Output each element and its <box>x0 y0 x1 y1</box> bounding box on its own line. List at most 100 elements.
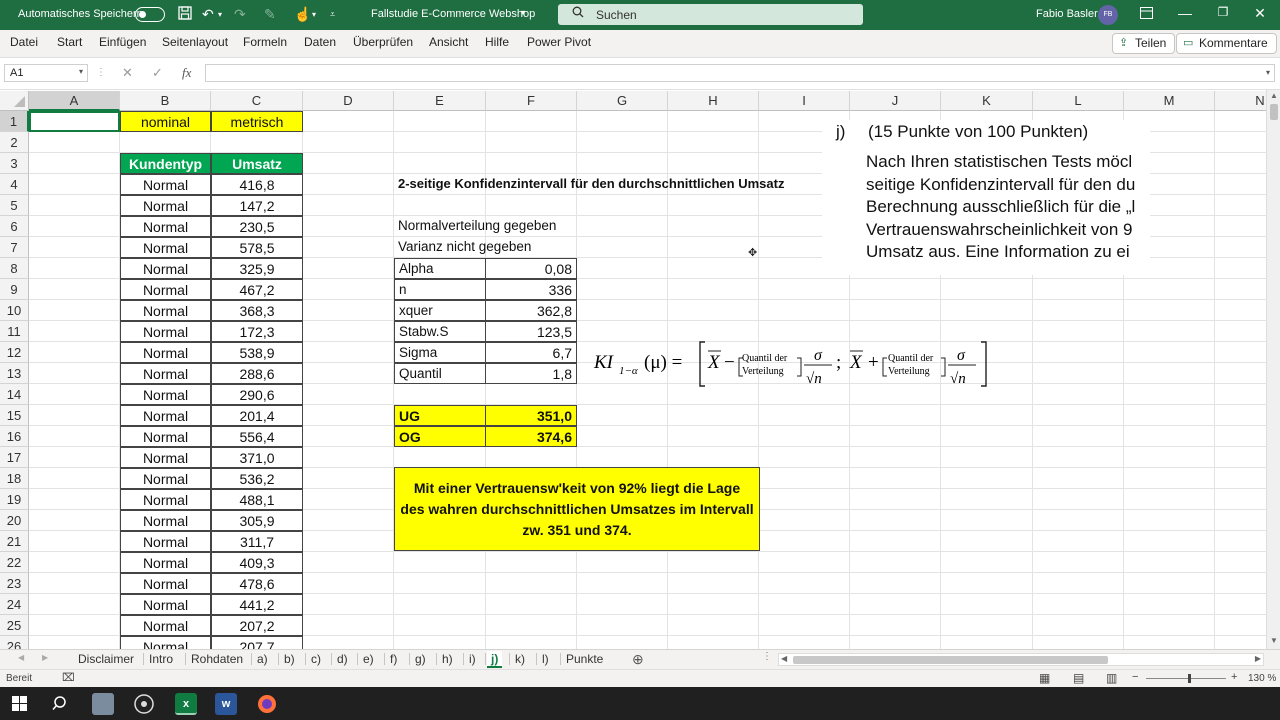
row-header[interactable]: 24 <box>0 594 29 615</box>
vertical-scrollbar[interactable]: ▲ ▼ <box>1266 90 1280 649</box>
confirm-icon[interactable]: ✓ <box>152 65 163 81</box>
taskbar-firefox-icon[interactable] <box>256 693 278 715</box>
menu-formeln[interactable]: Formeln <box>243 35 287 49</box>
cell-kundentyp[interactable]: Normal <box>120 510 211 531</box>
avatar[interactable]: FB <box>1098 5 1118 25</box>
cell-umsatz[interactable]: 536,2 <box>211 468 303 489</box>
tab-scroll-right-icon[interactable]: ▶ <box>42 653 48 662</box>
autosave-toggle[interactable] <box>135 7 165 22</box>
row-header[interactable]: 8 <box>0 258 29 279</box>
param-label[interactable]: Stabw.S <box>394 321 486 342</box>
chevron-down-icon[interactable]: ▾ <box>79 67 83 76</box>
cell-kundentyp[interactable]: Normal <box>120 195 211 216</box>
cell-b1[interactable]: nominal <box>120 111 211 132</box>
zoom-slider-thumb[interactable] <box>1188 674 1191 683</box>
scroll-left-icon[interactable]: ◀ <box>781 654 787 663</box>
search-box[interactable]: Suchen <box>558 4 863 25</box>
add-sheet-icon[interactable]: ⊕ <box>632 651 644 668</box>
undo-icon[interactable]: ↶ <box>202 6 214 23</box>
param-label[interactable]: Sigma <box>394 342 486 363</box>
cell-umsatz[interactable]: 368,3 <box>211 300 303 321</box>
tab-scroll-left-icon[interactable]: ◀ <box>18 653 24 662</box>
minimize-icon[interactable]: — <box>1170 5 1200 21</box>
zoom-slider[interactable] <box>1146 678 1226 679</box>
cell-kundentyp[interactable]: Normal <box>120 489 211 510</box>
menu-datei[interactable]: Datei <box>10 35 38 49</box>
menu-ueberpruefen[interactable]: Überprüfen <box>353 35 413 49</box>
menu-seitenlayout[interactable]: Seitenlayout <box>162 35 228 49</box>
cell-kundentyp[interactable]: Normal <box>120 594 211 615</box>
sheet-tab[interactable]: g) <box>415 651 426 668</box>
menu-ansicht[interactable]: Ansicht <box>429 35 468 49</box>
row-header[interactable]: 2 <box>0 132 29 153</box>
share-button[interactable]: ⇪ Teilen <box>1112 33 1176 54</box>
param-label[interactable]: n <box>394 279 486 300</box>
sheet-tab[interactable]: Rohdaten <box>191 651 243 668</box>
insert-function-icon[interactable]: fx <box>182 65 191 81</box>
touch-dropdown-icon[interactable]: ▾ <box>312 10 316 19</box>
cell-kundentyp[interactable]: Normal <box>120 300 211 321</box>
expand-formula-icon[interactable]: ▾ <box>1266 68 1270 77</box>
cell-c3-header[interactable]: Umsatz <box>211 153 303 174</box>
sheet-tab[interactable]: c) <box>311 651 321 668</box>
cell-kundentyp[interactable]: Normal <box>120 216 211 237</box>
cell-kundentyp[interactable]: Normal <box>120 363 211 384</box>
row-header[interactable]: 10 <box>0 300 29 321</box>
column-header[interactable]: J <box>850 91 941 111</box>
tab-splitter-icon[interactable]: ⋮ <box>762 651 772 662</box>
cell-umsatz[interactable]: 325,9 <box>211 258 303 279</box>
param-value[interactable]: 6,7 <box>485 342 577 363</box>
cell-kundentyp[interactable]: Normal <box>120 447 211 468</box>
close-icon[interactable]: ✕ <box>1245 5 1275 22</box>
title-dropdown-icon[interactable]: ▾ <box>521 8 525 17</box>
param-label[interactable]: xquer <box>394 300 486 321</box>
cell-umsatz[interactable]: 207,7 <box>211 636 303 649</box>
cell-kundentyp[interactable]: Normal <box>120 426 211 447</box>
row-header[interactable]: 25 <box>0 615 29 636</box>
cell-f15-ug-value[interactable]: 351,0 <box>485 405 577 426</box>
column-header[interactable]: L <box>1033 91 1124 111</box>
cell-kundentyp[interactable]: Normal <box>120 342 211 363</box>
column-header[interactable]: H <box>668 91 759 111</box>
sheet-tab[interactable]: l) <box>542 651 549 668</box>
cell-f16-og-value[interactable]: 374,6 <box>485 426 577 447</box>
ribbon-display-icon[interactable] <box>1140 6 1153 22</box>
scroll-up-icon[interactable]: ▲ <box>1270 91 1278 100</box>
touch-mode-icon[interactable]: ☝ <box>294 6 311 23</box>
undo-dropdown-icon[interactable]: ▾ <box>218 10 222 19</box>
normal-view-icon[interactable]: ▦ <box>1039 671 1050 685</box>
row-header[interactable]: 19 <box>0 489 29 510</box>
row-header[interactable]: 15 <box>0 405 29 426</box>
param-label[interactable]: Alpha <box>394 258 486 279</box>
row-header[interactable]: 17 <box>0 447 29 468</box>
cell-e4-heading[interactable]: 2-seitige Konfidenzintervall für den dur… <box>394 174 834 195</box>
param-value[interactable]: 0,08 <box>485 258 577 279</box>
sheet-tab[interactable]: h) <box>442 651 453 668</box>
row-header[interactable]: 21 <box>0 531 29 552</box>
cell-umsatz[interactable]: 147,2 <box>211 195 303 216</box>
taskbar-word-icon[interactable]: w <box>215 693 237 715</box>
row-header[interactable]: 7 <box>0 237 29 258</box>
menu-einfuegen[interactable]: Einfügen <box>99 35 146 49</box>
column-header[interactable]: G <box>577 91 668 111</box>
row-header[interactable]: 4 <box>0 174 29 195</box>
zoom-level[interactable]: 130 % <box>1248 673 1276 684</box>
vertical-scroll-thumb[interactable] <box>1270 104 1278 120</box>
cell-umsatz[interactable]: 290,6 <box>211 384 303 405</box>
param-value[interactable]: 362,8 <box>485 300 577 321</box>
cell-kundentyp[interactable]: Normal <box>120 405 211 426</box>
param-value[interactable]: 336 <box>485 279 577 300</box>
menu-start[interactable]: Start <box>57 35 82 49</box>
sheet-tab[interactable]: b) <box>284 651 295 668</box>
row-header[interactable]: 1 <box>0 111 29 132</box>
cell-kundentyp[interactable]: Normal <box>120 279 211 300</box>
row-header[interactable]: 12 <box>0 342 29 363</box>
cell-umsatz[interactable]: 371,0 <box>211 447 303 468</box>
save-icon[interactable] <box>178 6 192 23</box>
cell-umsatz[interactable]: 488,1 <box>211 489 303 510</box>
taskbar-app-icon[interactable] <box>92 693 114 715</box>
menu-power-pivot[interactable]: Power Pivot <box>527 35 591 49</box>
row-header[interactable]: 18 <box>0 468 29 489</box>
accessibility-icon[interactable]: ⌧ <box>62 671 75 684</box>
param-label[interactable]: Quantil <box>394 363 486 384</box>
